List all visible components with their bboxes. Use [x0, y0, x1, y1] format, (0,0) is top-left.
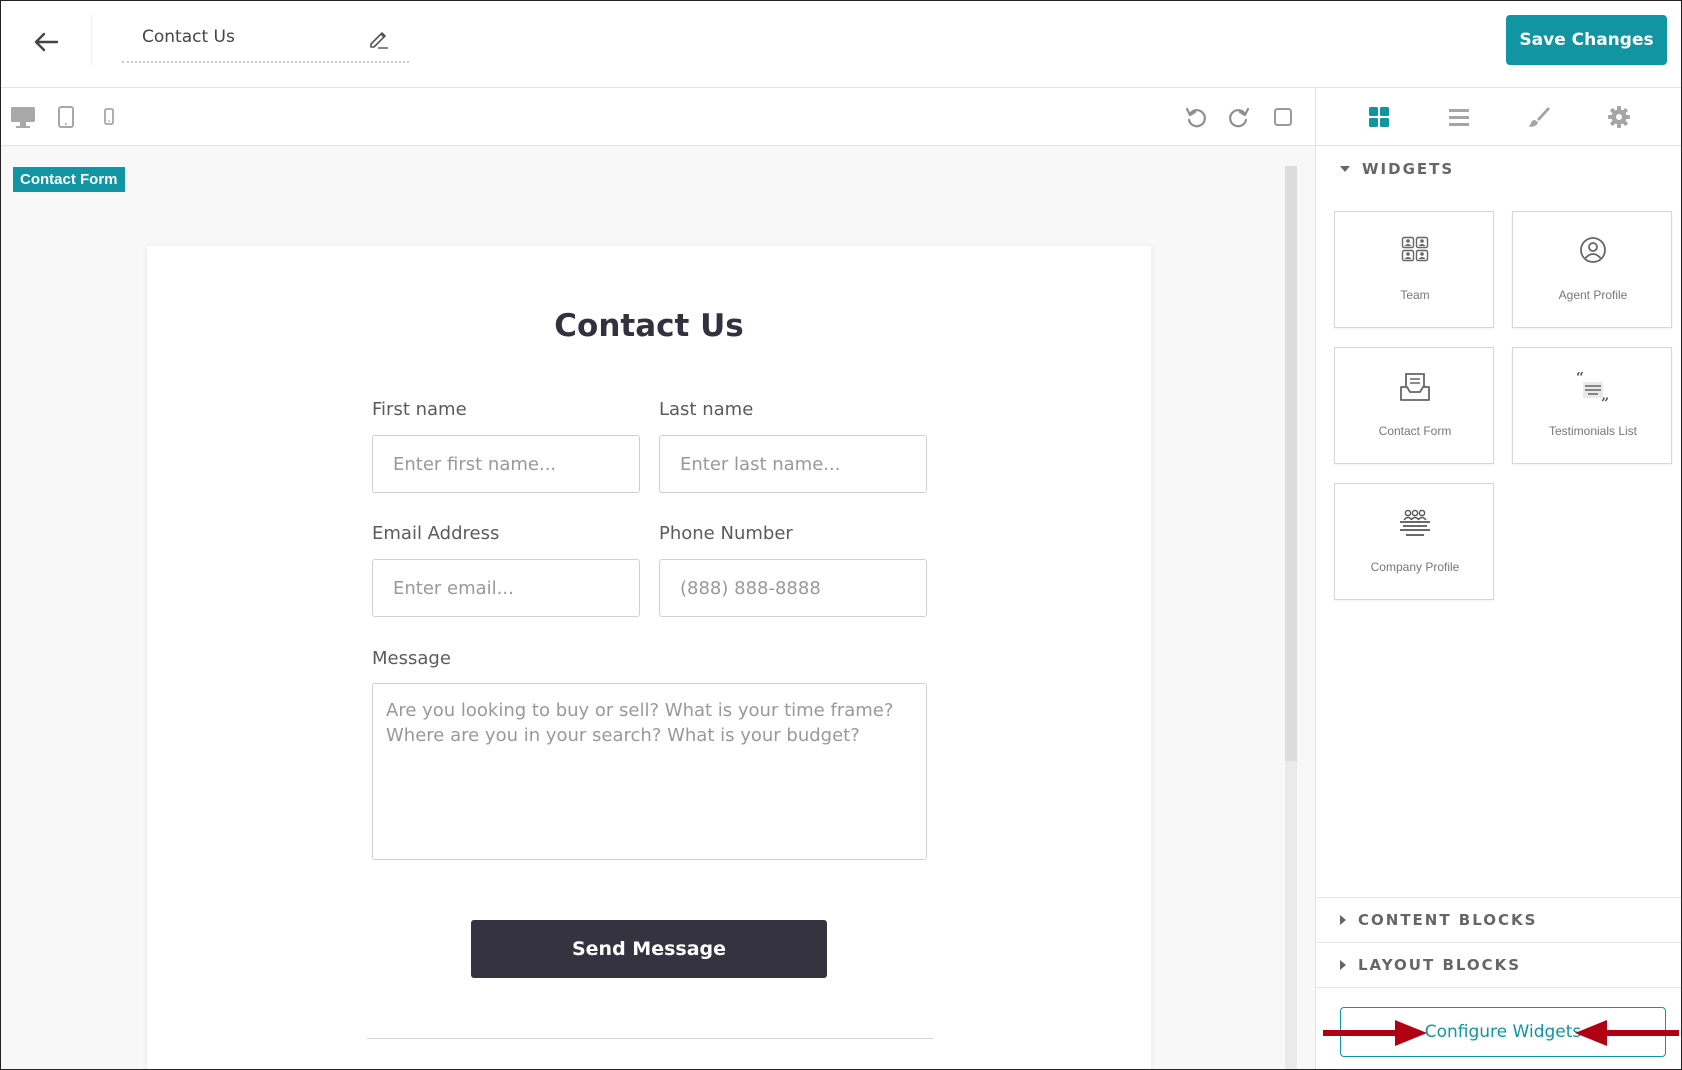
svg-text:”: ” — [1601, 396, 1609, 408]
contact-form-icon — [1400, 373, 1430, 401]
arrow-left-icon — [34, 32, 59, 52]
editor-toolbar — [1, 88, 1315, 146]
panel-divider — [1316, 897, 1681, 898]
panel-divider — [1316, 942, 1681, 943]
save-changes-button[interactable]: Save Changes — [1506, 15, 1667, 65]
mobile-icon — [104, 108, 114, 125]
svg-text:“: “ — [1576, 372, 1584, 386]
back-button[interactable] — [25, 21, 67, 63]
header-divider — [91, 15, 92, 65]
tablet-icon — [58, 106, 74, 128]
undo-button[interactable] — [1182, 103, 1210, 131]
top-header: Contact Us Save Changes — [1, 1, 1681, 88]
widgets-heading: WIDGETS — [1362, 160, 1455, 178]
editor-window: Contact Us Save Changes Contact Form Con… — [0, 0, 1682, 1070]
widget-company-profile[interactable]: Company Profile — [1334, 483, 1494, 600]
last-name-input[interactable]: Enter last name... — [659, 435, 927, 493]
widget-agent-profile[interactable]: Agent Profile — [1512, 211, 1672, 328]
contact-form-card[interactable]: Contact Us First name Enter first name..… — [147, 246, 1151, 1069]
form-divider — [367, 1038, 933, 1039]
panel-tabs — [1316, 88, 1681, 146]
agent-profile-icon — [1580, 237, 1606, 263]
canvas-scrollbar[interactable] — [1285, 166, 1297, 1069]
panel-divider — [1316, 987, 1681, 988]
layout-blocks-heading: LAYOUT BLOCKS — [1358, 956, 1522, 974]
selected-block-tag[interactable]: Contact Form — [13, 167, 125, 192]
first-name-label: First name — [372, 399, 467, 420]
phone-input[interactable]: (888) 888-8888 — [659, 559, 927, 617]
layers-icon — [1449, 109, 1469, 126]
layout-blocks-section-header[interactable]: LAYOUT BLOCKS — [1340, 956, 1521, 974]
settings-icon — [1608, 106, 1630, 128]
desktop-icon — [11, 107, 35, 128]
desktop-view-button[interactable] — [9, 103, 37, 131]
widget-testimonials-list[interactable]: “ ” Testimonials List — [1512, 347, 1672, 464]
scrollbar-thumb[interactable] — [1285, 166, 1297, 761]
tablet-view-button[interactable] — [52, 103, 80, 131]
caret-down-icon — [1340, 166, 1350, 172]
page-name: Contact Us — [142, 27, 235, 47]
last-name-label: Last name — [659, 399, 754, 420]
tab-styles[interactable] — [1524, 102, 1554, 132]
widget-label: Company Profile — [1370, 560, 1460, 574]
send-message-button[interactable]: Send Message — [471, 920, 827, 978]
testimonials-icon: “ ” — [1576, 372, 1609, 408]
page-name-field[interactable]: Contact Us — [122, 15, 409, 63]
caret-right-icon — [1340, 960, 1346, 970]
pencil-icon[interactable] — [367, 27, 391, 51]
brush-icon — [1529, 107, 1550, 127]
tab-settings[interactable] — [1604, 102, 1634, 132]
caret-right-icon — [1340, 915, 1346, 925]
widget-team[interactable]: Team — [1334, 211, 1494, 328]
team-icon — [1401, 236, 1429, 262]
content-blocks-heading: CONTENT BLOCKS — [1358, 911, 1538, 929]
configure-widgets-button[interactable]: Configure Widgets — [1340, 1007, 1666, 1057]
tab-widgets[interactable] — [1364, 102, 1394, 132]
form-title: Contact Us — [554, 308, 744, 344]
phone-label: Phone Number — [659, 523, 793, 544]
tab-layers[interactable] — [1444, 102, 1474, 132]
editor-canvas: Contact Form Contact Us First name Enter… — [1, 146, 1315, 1069]
content-blocks-section-header[interactable]: CONTENT BLOCKS — [1340, 911, 1537, 929]
builder-panel: WIDGETS Team Agent Profile Contact Form … — [1315, 88, 1681, 1069]
widget-label: Team — [1400, 288, 1430, 302]
mobile-view-button[interactable] — [95, 103, 123, 131]
undo-icon — [1185, 107, 1206, 128]
widget-contact-form[interactable]: Contact Form — [1334, 347, 1494, 464]
company-profile-icon — [1400, 509, 1430, 536]
message-label: Message — [372, 648, 451, 669]
widget-label: Testimonials List — [1548, 424, 1638, 438]
widget-label: Contact Form — [1378, 424, 1452, 438]
first-name-input[interactable]: Enter first name... — [372, 435, 640, 493]
widgets-icon — [1369, 107, 1389, 127]
widget-label: Agent Profile — [1558, 288, 1628, 302]
message-textarea[interactable]: Are you looking to buy or sell? What is … — [372, 683, 927, 860]
email-label: Email Address — [372, 523, 500, 544]
email-input[interactable]: Enter email... — [372, 559, 640, 617]
widgets-section-header[interactable]: WIDGETS — [1340, 160, 1454, 178]
fullscreen-button[interactable] — [1269, 103, 1297, 131]
redo-button[interactable] — [1225, 103, 1253, 131]
redo-icon — [1229, 107, 1250, 128]
fullscreen-icon — [1274, 108, 1292, 126]
